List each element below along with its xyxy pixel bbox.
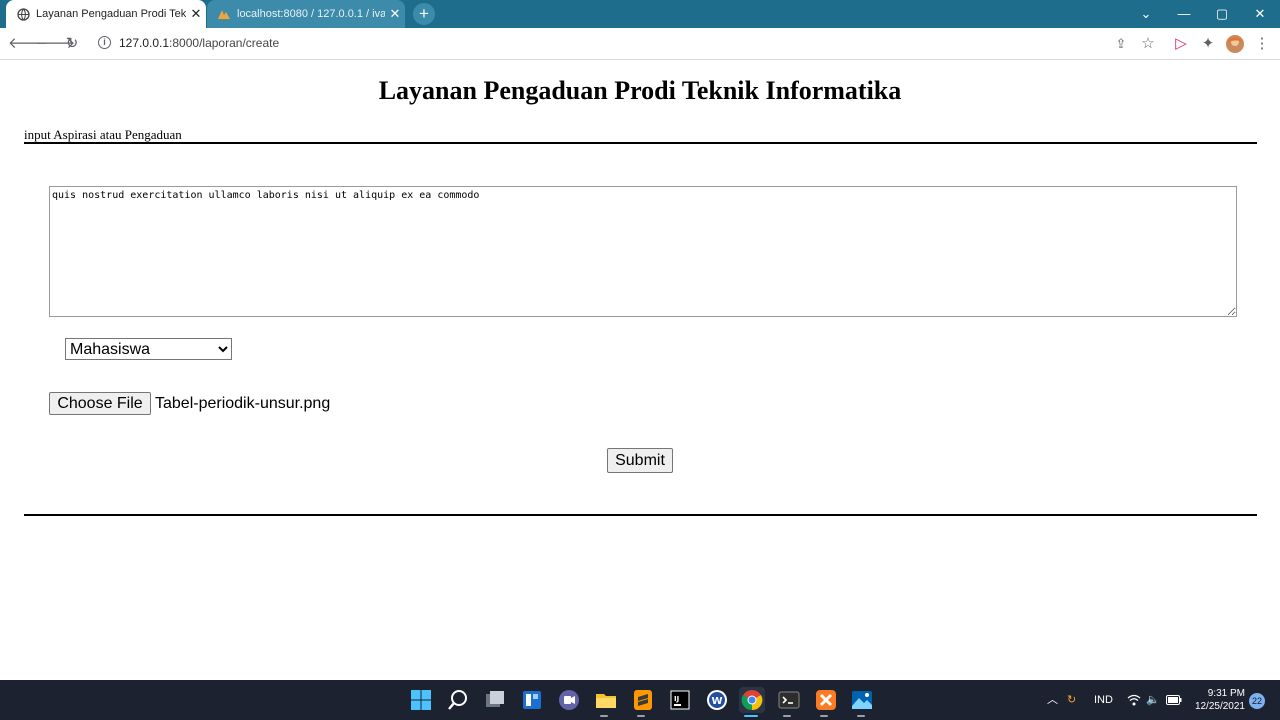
terminal-icon[interactable] (777, 688, 801, 712)
file-explorer-icon[interactable] (594, 688, 618, 712)
sublime-text-icon[interactable] (631, 688, 655, 712)
svg-text:IJ: IJ (674, 695, 679, 703)
divider-bottom (24, 514, 1257, 516)
wifi-icon[interactable] (1127, 680, 1141, 720)
profile-avatar[interactable] (1225, 34, 1245, 54)
globe-icon (16, 7, 30, 21)
extensions-puzzle-icon[interactable]: ✦ (1198, 34, 1218, 54)
page-title: Layanan Pengaduan Prodi Teknik Informati… (378, 76, 902, 105)
svg-text:W: W (712, 696, 723, 707)
share-icon[interactable]: ⇪ (1111, 34, 1131, 54)
minimize-button[interactable]: — (1165, 0, 1203, 28)
aspirasi-textarea[interactable]: quis nostrud exercitation ullamco labori… (49, 186, 1237, 317)
tab-phpmyadmin[interactable]: localhost:8080 / 127.0.0.1 / iva / ✕ (207, 0, 405, 28)
input-language[interactable]: IND (1094, 680, 1113, 720)
back-icon[interactable]: 🡐 (8, 34, 48, 54)
choose-file-button[interactable]: Choose File (49, 392, 151, 415)
app-w-icon[interactable]: W (705, 688, 729, 712)
clock-time: 9:31 PM (1207, 688, 1245, 699)
url-text: 127.0.0.1:8000/laporan/create (119, 36, 279, 50)
tab-strip: Layanan Pengaduan Prodi Teknik ✕ localho… (0, 0, 1280, 28)
extension-play-icon[interactable]: ▷ (1171, 34, 1191, 54)
site-info-icon[interactable]: i (98, 36, 111, 49)
volume-icon[interactable]: 🔈 (1146, 680, 1160, 720)
url-host: 127.0.0.1 (119, 36, 170, 50)
taskbar: IJ W ︿ ↻ IND 🔈 9:31 PM 12/25/2021 22 (0, 680, 1280, 720)
running-indicator (600, 715, 608, 717)
role-select[interactable]: Mahasiswa (65, 338, 232, 360)
tab-title: localhost:8080 / 127.0.0.1 / iva / (237, 8, 385, 20)
divider-top (24, 142, 1257, 144)
jetbrains-icon[interactable]: IJ (668, 688, 692, 712)
close-tab-icon[interactable]: ✕ (385, 6, 405, 22)
browser-toolbar: 🡐 🡒 ↻ i 127.0.0.1:8000/laporan/create ⇪ … (0, 28, 1280, 60)
windows-start-icon[interactable] (409, 688, 433, 712)
notification-badge[interactable]: 22 (1249, 693, 1265, 709)
forward-icon[interactable]: 🡒 (35, 34, 75, 54)
reload-icon[interactable]: ↻ (62, 34, 82, 54)
sync-status-icon[interactable]: ↻ (1067, 680, 1076, 720)
menu-kebab-icon[interactable]: ⋮ (1252, 34, 1272, 54)
running-indicator (783, 715, 791, 717)
teams-chat-icon[interactable] (557, 688, 581, 712)
close-window-button[interactable]: ✕ (1241, 0, 1279, 28)
taskbar-clock[interactable]: 9:31 PM 12/25/2021 (1190, 687, 1245, 713)
tab-search-chevron-icon[interactable]: ⌄ (1127, 0, 1165, 28)
url-path: :8000/laporan/create (169, 36, 280, 50)
xampp-icon[interactable] (814, 688, 838, 712)
selected-file-name: Tabel-periodik-unsur.png (155, 395, 331, 412)
running-indicator (637, 715, 645, 717)
search-icon[interactable] (446, 688, 470, 712)
tab-title: Layanan Pengaduan Prodi Teknik (36, 8, 186, 20)
section-subtitle: input Aspirasi atau Pengaduan (24, 127, 182, 142)
address-bar[interactable]: i 127.0.0.1:8000/laporan/create (88, 31, 1144, 56)
task-view-icon[interactable] (483, 688, 507, 712)
close-tab-icon[interactable]: ✕ (186, 6, 206, 22)
active-indicator (744, 715, 758, 717)
chrome-icon[interactable] (739, 687, 765, 713)
tray-overflow-chevron-icon[interactable]: ︿ (1047, 680, 1058, 720)
maximize-button[interactable]: ▢ (1203, 0, 1241, 28)
battery-icon[interactable] (1166, 680, 1182, 720)
running-indicator (820, 715, 828, 717)
tab-laporan[interactable]: Layanan Pengaduan Prodi Teknik ✕ (6, 0, 206, 28)
photos-icon[interactable] (850, 688, 874, 712)
bookmark-star-icon[interactable]: ☆ (1138, 34, 1158, 54)
phpmyadmin-icon (217, 7, 231, 21)
clock-date: 12/25/2021 (1194, 701, 1245, 712)
submit-button[interactable]: Submit (607, 448, 673, 473)
page-content: Layanan Pengaduan Prodi Teknik Informati… (0, 60, 1280, 680)
new-tab-button[interactable]: + (413, 3, 435, 25)
widgets-icon[interactable] (520, 688, 544, 712)
running-indicator (857, 715, 865, 717)
